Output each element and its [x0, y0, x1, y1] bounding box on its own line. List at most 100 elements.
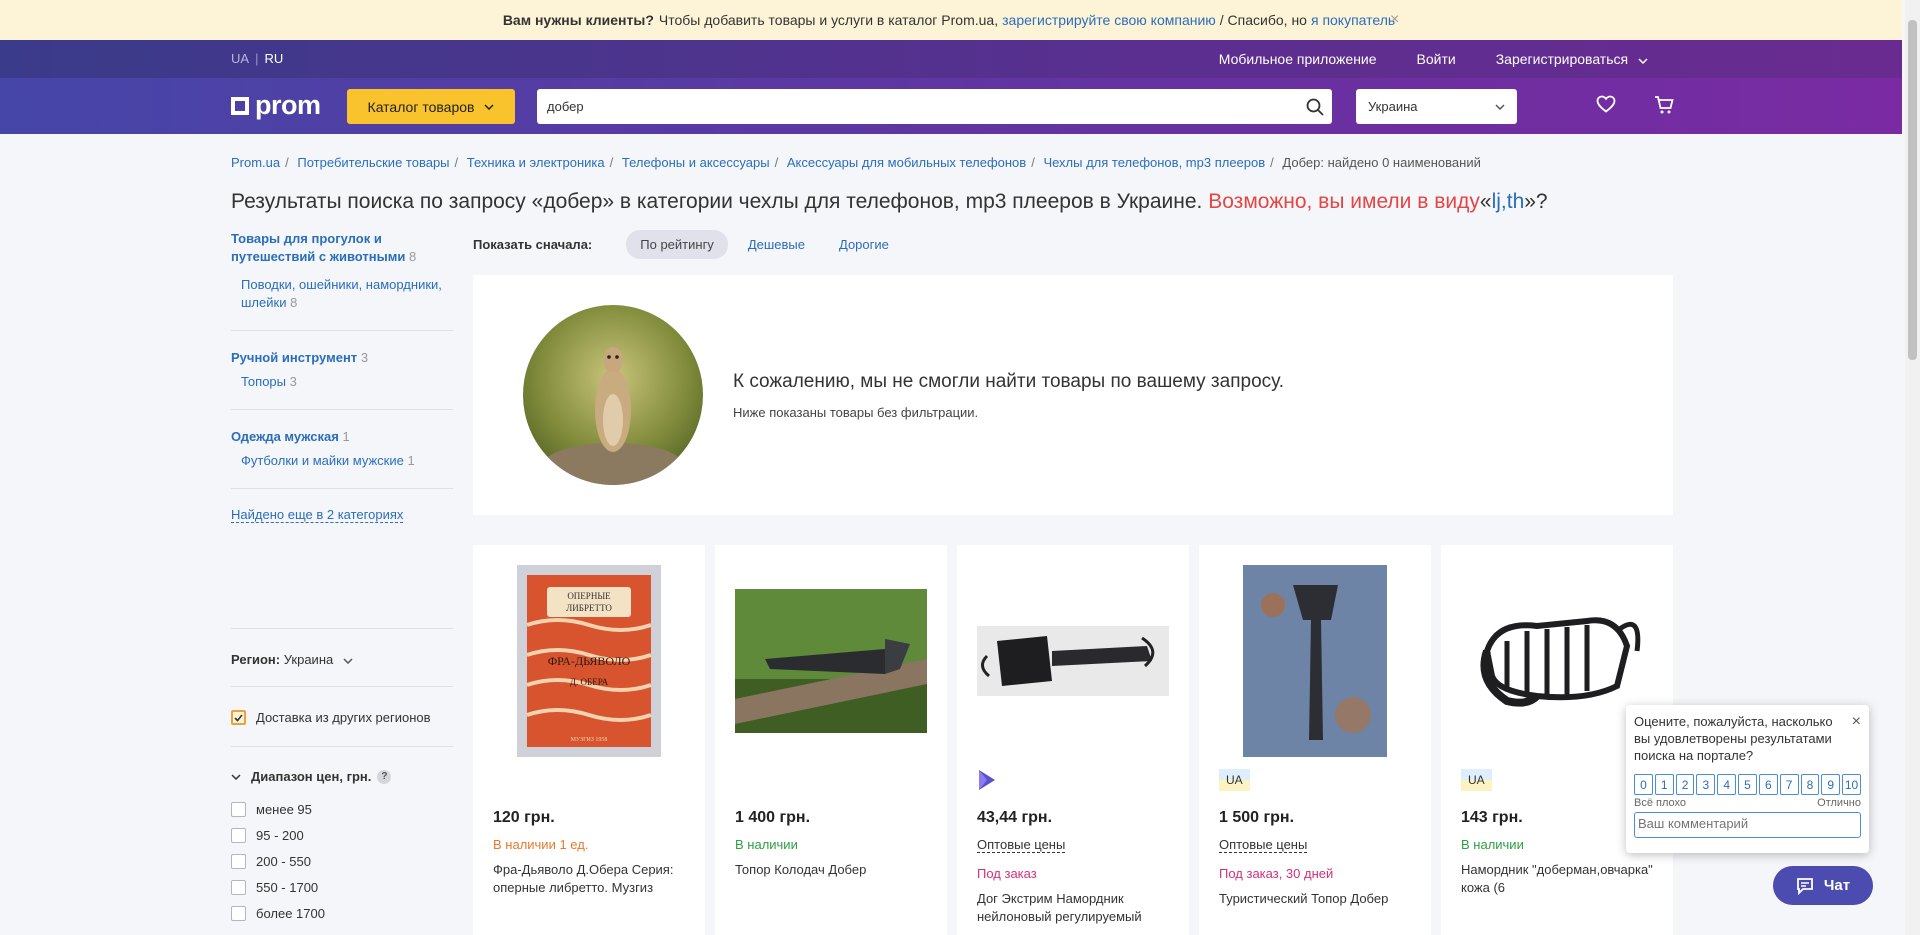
breadcrumb-item[interactable]: Prom.ua	[231, 155, 280, 170]
product-title[interactable]: Дог Экстрим Намордник нейлоновый регулир…	[977, 890, 1169, 926]
product-title[interactable]: Фра-Дьяволо Д.Обера Серия: оперные либре…	[493, 861, 685, 897]
book-cover-author: Д. ОБЕРА	[570, 677, 609, 687]
ua-badge: UA	[1461, 769, 1492, 791]
price-checkbox[interactable]	[231, 827, 246, 843]
rating-option[interactable]: 3	[1696, 774, 1716, 795]
wholesale-prices-link[interactable]: Оптовые цены	[1219, 837, 1308, 853]
product-card[interactable]: UA 1 500 грн. Оптовые цены Под заказ, 30…	[1199, 545, 1431, 935]
breadcrumb-item[interactable]: Аксессуары для мобильных телефонов	[787, 155, 1026, 170]
rating-option[interactable]: 0	[1634, 774, 1653, 795]
top-nav: Мобильное приложение Войти Зарегистриров…	[1219, 51, 1648, 67]
region-filter[interactable]: Регион: Украина	[231, 652, 453, 667]
product-card[interactable]: 1 400 грн. В наличии Топор Колодач Добер	[715, 545, 947, 935]
scrollbar-thumb[interactable]	[1908, 20, 1917, 360]
close-icon[interactable]: ×	[1390, 11, 1399, 29]
sort-rating-button[interactable]: По рейтингу	[626, 230, 728, 259]
rating-option[interactable]: 5	[1738, 774, 1757, 795]
no-results-sub: Ниже показаны товары без фильтрации.	[733, 405, 979, 420]
chat-button[interactable]: Чат	[1773, 866, 1873, 905]
subcategory-count: 1	[407, 453, 415, 468]
price-option-label: менее 95	[256, 801, 312, 817]
subcategory-link[interactable]: Топоры 3	[241, 373, 453, 391]
suggestion-link[interactable]: lj,th	[1492, 190, 1525, 213]
register-company-link[interactable]: зарегистрируйте свою компанию	[1002, 12, 1216, 28]
subcategory-count: 8	[290, 295, 298, 310]
sort-expensive-link[interactable]: Дорогие	[839, 237, 889, 252]
price-range-header[interactable]: Диапазон цен, грн. ?	[231, 769, 392, 784]
comment-field[interactable]	[1634, 812, 1861, 838]
price-checkbox[interactable]	[231, 801, 246, 817]
register-link[interactable]: Зарегистрироваться	[1496, 51, 1648, 67]
more-categories-link[interactable]: Найдено еще в 2 категориях	[231, 507, 404, 523]
rating-option[interactable]: 7	[1779, 774, 1799, 795]
product-image[interactable]	[977, 565, 1169, 757]
title-main: Результаты поиска по запросу «добер» в к…	[231, 190, 1203, 213]
prom-logo[interactable]: prom	[231, 90, 321, 121]
catalog-button[interactable]: Каталог товаров	[347, 89, 515, 124]
mobile-app-link[interactable]: Мобильное приложение	[1219, 51, 1377, 67]
rating-option[interactable]: 2	[1675, 774, 1695, 795]
product-image[interactable]	[1219, 565, 1411, 757]
price-option[interactable]: 95 - 200	[231, 822, 325, 848]
delivery-checkbox[interactable]	[231, 710, 246, 725]
region-select[interactable]: Украина	[1356, 89, 1517, 124]
rating-option[interactable]: 4	[1717, 774, 1737, 795]
breadcrumb-item[interactable]: Телефоны и аксессуары	[622, 155, 770, 170]
price-checkbox[interactable]	[231, 879, 246, 895]
category-title[interactable]: Товары для прогулок и путешествий с живо…	[231, 230, 453, 266]
chevron-down-icon	[1638, 58, 1648, 65]
category-label: Товары для прогулок и путешествий с живо…	[231, 231, 406, 264]
sort-label: Показать сначала:	[473, 237, 593, 252]
rating-option[interactable]: 10	[1842, 774, 1861, 795]
search-input[interactable]	[547, 99, 1297, 114]
rating-option[interactable]: 1	[1654, 774, 1674, 795]
region-value: Украина	[1368, 99, 1418, 114]
breadcrumb-separator: /	[609, 155, 614, 170]
help-icon[interactable]: ?	[377, 769, 392, 784]
price-checkbox[interactable]	[231, 853, 246, 869]
close-icon[interactable]: ×	[1852, 713, 1861, 731]
breadcrumb-item[interactable]: Потребительские товары	[297, 155, 449, 170]
breadcrumb-separator: /	[285, 155, 289, 170]
heart-icon[interactable]	[1596, 95, 1616, 116]
catalog-label: Каталог товаров	[367, 98, 475, 115]
lang-separator: |	[255, 51, 259, 66]
category-block: Одежда мужская 1 Футболки и майки мужски…	[231, 428, 453, 489]
subcategory-link[interactable]: Футболки и майки мужские 1	[241, 452, 453, 470]
price-option[interactable]: менее 95	[231, 796, 325, 822]
price-option[interactable]: 200 - 550	[231, 848, 325, 874]
product-title[interactable]: Туристический Топор Добер	[1219, 890, 1411, 926]
search-icon[interactable]	[1297, 89, 1332, 124]
rating-option[interactable]: 6	[1758, 774, 1778, 795]
rating-option[interactable]: 9	[1821, 774, 1841, 795]
breadcrumb-separator: /	[774, 155, 779, 170]
category-block: Товары для прогулок и путешествий с живо…	[231, 230, 453, 331]
price-range-label: Диапазон цен, грн.	[251, 769, 372, 784]
buyer-link[interactable]: я покупатель	[1311, 12, 1395, 28]
breadcrumb-item[interactable]: Чехлы для телефонов, mp3 плееров	[1043, 155, 1265, 170]
product-image[interactable]	[735, 565, 927, 757]
delivery-checkbox-row[interactable]: Доставка из других регионов	[231, 710, 453, 725]
lang-ua[interactable]: UA	[231, 51, 249, 66]
lang-ru[interactable]: RU	[264, 51, 283, 66]
rating-option[interactable]: 8	[1800, 774, 1820, 795]
product-image[interactable]	[1461, 565, 1653, 757]
subcategory-link[interactable]: Поводки, ошейники, намордники, шлейки 8	[241, 276, 453, 312]
product-image[interactable]: ОПЕРНЫЕ ЛИБРЕТТО ФРА-ДЬЯВОЛО Д. ОБЕРА МУ…	[493, 565, 685, 757]
product-title[interactable]: Топор Колодач Добер	[735, 861, 927, 897]
cart-icon[interactable]	[1654, 95, 1674, 118]
breadcrumb-separator: /	[454, 155, 459, 170]
price-option[interactable]: более 1700	[231, 900, 325, 926]
breadcrumb-item[interactable]: Техника и электроника	[467, 155, 605, 170]
product-card[interactable]: 43,44 грн. Оптовые цены Под заказ Дог Эк…	[957, 545, 1189, 935]
price-checkbox[interactable]	[231, 905, 246, 921]
login-link[interactable]: Войти	[1417, 51, 1456, 67]
sort-cheap-link[interactable]: Дешевые	[748, 237, 805, 252]
price-option[interactable]: 550 - 1700	[231, 874, 325, 900]
page-scrollbar[interactable]	[1905, 0, 1920, 935]
product-title[interactable]: Намордник "доберман,овчарка" кожа (6	[1461, 861, 1653, 897]
category-title[interactable]: Ручной инструмент 3	[231, 349, 453, 367]
product-card[interactable]: ОПЕРНЫЕ ЛИБРЕТТО ФРА-ДЬЯВОЛО Д. ОБЕРА МУ…	[473, 545, 705, 935]
wholesale-prices-link[interactable]: Оптовые цены	[977, 837, 1066, 853]
category-title[interactable]: Одежда мужская 1	[231, 428, 453, 446]
